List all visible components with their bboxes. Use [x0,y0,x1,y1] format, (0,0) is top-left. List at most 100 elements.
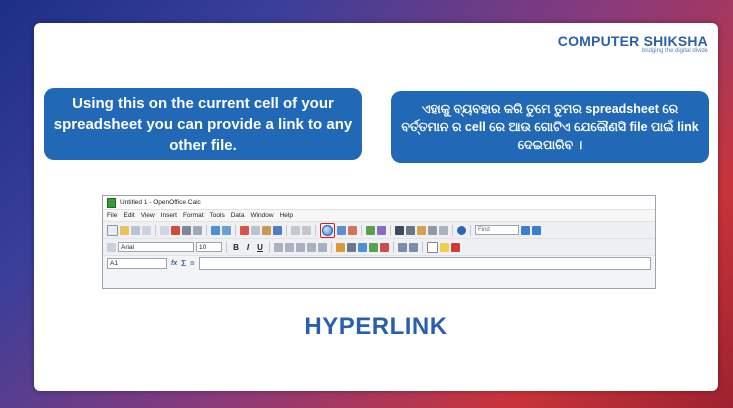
align-center-icon[interactable] [285,242,294,252]
menu-window[interactable]: Window [250,212,273,219]
toolbar-separator [206,224,207,236]
edit-file-icon[interactable] [160,225,169,235]
font-color-icon[interactable] [451,242,460,252]
data-sources-icon[interactable] [428,225,437,235]
window-title: Untitled 1 - OpenOffice Calc [120,199,201,206]
autospellcheck-icon[interactable] [222,225,231,235]
find-next-icon[interactable] [521,225,530,235]
toolbar-separator [269,241,270,253]
hyperlink-icon[interactable] [322,224,333,236]
menu-view[interactable]: View [141,212,155,219]
menu-help[interactable]: Help [280,212,293,219]
help-icon[interactable] [457,225,466,235]
menu-file[interactable]: File [107,212,117,219]
navigator-icon[interactable] [406,225,415,235]
show-draw-functions-icon[interactable] [377,225,386,235]
undo-icon[interactable] [291,225,300,235]
open-icon[interactable] [120,225,129,235]
email-icon[interactable] [142,225,151,235]
currency-format-icon[interactable] [336,242,345,252]
computer-shiksha-logo: COMPUTER SHIKSHA bridging the digital di… [558,33,708,54]
toolbar-separator [393,241,394,253]
borders-icon[interactable] [427,241,438,253]
add-decimal-icon[interactable] [369,242,378,252]
formatting-toolbar: Arial 10 B I U [103,238,655,255]
function-wizard-icon[interactable]: fx [171,260,177,267]
font-name-select[interactable]: Arial [118,242,194,252]
toolbar-separator [315,224,316,236]
find-input[interactable]: Find [475,225,519,235]
styles-icon[interactable] [107,242,116,252]
standard-toolbar: Find [103,221,655,238]
toolbar-separator [422,241,423,253]
english-caption-text: Using this on the current cell of your s… [53,94,353,154]
hyperlink-button-highlight[interactable] [320,222,335,238]
slide-headline: HYPERLINK [304,313,448,340]
delete-decimal-icon[interactable] [380,242,389,252]
font-name-value: Arial [121,243,135,251]
find-placeholder: Find [478,227,490,233]
font-size-value: 10 [199,243,207,251]
formula-input[interactable] [198,257,651,270]
sum-icon[interactable]: Σ [181,259,186,268]
menu-format[interactable]: Format [183,212,204,219]
italic-button[interactable]: I [243,243,253,252]
english-caption-bubble: Using this on the current cell of your s… [44,88,362,160]
paste-icon[interactable] [262,225,271,235]
toolbar-separator [452,224,453,236]
print-preview-icon[interactable] [193,225,202,235]
menu-bar: File Edit View Insert Format Tools Data … [103,210,655,221]
justify-icon[interactable] [307,242,316,252]
name-box[interactable]: A1 [107,258,167,269]
spellcheck-icon[interactable] [211,225,220,235]
cell-reference: A1 [110,260,118,267]
save-icon[interactable] [131,225,140,235]
zoom-icon[interactable] [439,225,448,235]
toolbar-separator [235,224,236,236]
find-previous-icon[interactable] [532,225,541,235]
new-icon[interactable] [107,224,118,236]
copy-icon[interactable] [251,225,260,235]
menu-data[interactable]: Data [231,212,245,219]
clone-formatting-icon[interactable] [273,225,282,235]
merge-cells-icon[interactable] [318,242,327,252]
menu-edit[interactable]: Edit [123,212,134,219]
sort-ascending-icon[interactable] [337,225,346,235]
align-right-icon[interactable] [296,242,305,252]
function-icon[interactable]: = [190,259,195,268]
odia-caption-bubble: ଏହାକୁ ବ୍ୟବହାର କରି ତୁମେ ତୁମର spreadsheet … [391,91,709,163]
redo-icon[interactable] [302,225,311,235]
window-titlebar: Untitled 1 - OpenOffice Calc [103,196,655,210]
toolbar-separator [390,224,391,236]
bold-button[interactable]: B [231,243,241,252]
standard-format-icon[interactable] [358,242,367,252]
font-size-select[interactable]: 10 [196,242,222,252]
decrease-indent-icon[interactable] [398,242,407,252]
menu-tools[interactable]: Tools [210,212,225,219]
toolbar-separator [226,241,227,253]
odia-caption-text: ଏହାକୁ ବ୍ୟବହାର କରି ତୁମେ ତୁମର spreadsheet … [401,102,699,152]
openoffice-calc-window: Untitled 1 - OpenOffice Calc File Edit V… [102,195,656,289]
formula-bar: A1 fx Σ = [103,255,655,271]
menu-insert[interactable]: Insert [161,212,177,219]
logo-title: COMPUTER SHIKSHA [557,33,708,49]
toolbar-separator [155,224,156,236]
underline-button[interactable]: U [255,243,265,252]
gallery-icon[interactable] [417,225,426,235]
toolbar-separator [331,241,332,253]
print-icon[interactable] [182,225,191,235]
find-replace-icon[interactable] [395,225,404,235]
sort-descending-icon[interactable] [348,225,357,235]
insert-chart-icon[interactable] [366,225,375,235]
toolbar-separator [286,224,287,236]
export-pdf-icon[interactable] [171,225,180,235]
percent-format-icon[interactable] [347,242,356,252]
slide: COMPUTER SHIKSHA bridging the digital di… [34,23,718,391]
increase-indent-icon[interactable] [409,242,418,252]
toolbar-separator [361,224,362,236]
cut-icon[interactable] [240,225,249,235]
background-color-icon[interactable] [440,242,449,252]
calc-app-icon [107,197,116,208]
toolbar-separator [470,224,471,236]
align-left-icon[interactable] [274,242,283,252]
